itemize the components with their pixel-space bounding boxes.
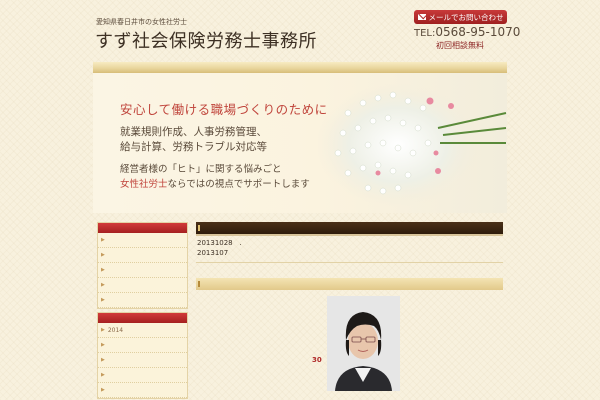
arrow-right-icon: ▶	[101, 252, 105, 258]
section-marker-icon	[198, 225, 200, 231]
free-consult-note: 初回相談無料	[436, 41, 484, 50]
news-date: 20131028	[197, 239, 233, 247]
contact-mail-button[interactable]: メールでお問い合わせ	[414, 10, 507, 24]
sidebar-item[interactable]: ▶ 2014	[98, 323, 187, 338]
hero-support: 女性社労士ならではの視点でサポートします	[120, 176, 310, 190]
news-text: .	[239, 239, 242, 247]
sidebar-box-2: ▶ 2014 ▶ ▶ ▶ ▶	[97, 312, 188, 399]
hero-headline: 安心して働ける職場づくりのために	[120, 102, 328, 117]
mail-icon	[417, 14, 426, 20]
arrow-right-icon: ▶	[101, 357, 105, 363]
header: 愛知県春日井市の女性社労士 すず社会保険労務士事務所 メールでお問い合わせ TE…	[0, 0, 600, 62]
hero-concern: 経営者様の「ヒト」に関する悩みごと	[120, 164, 282, 175]
sidebar-item[interactable]: ▶	[98, 383, 187, 398]
arrow-right-icon: ▶	[101, 327, 105, 333]
sidebar-box-1: ▶ ▶ ▶ ▶ ▶	[97, 222, 188, 309]
hero-services-2: 給与計算、労務トラブル対応等	[120, 141, 267, 153]
section-marker-icon	[198, 281, 200, 287]
hero-banner: 安心して働ける職場づくりのために 就業規則作成、人事労務管理、 給与計算、労務ト…	[93, 73, 507, 213]
nav-bar	[93, 62, 507, 73]
news-section-header	[196, 222, 503, 234]
news-item[interactable]: 20131028 .	[197, 239, 242, 247]
news-date: 2013107	[197, 249, 229, 257]
sidebar-box-2-header	[98, 313, 187, 323]
contact-mail-label: メールでお問い合わせ	[428, 12, 504, 22]
sidebar-item[interactable]: ▶	[98, 293, 187, 308]
tel-number: 0568-95-1070	[435, 25, 521, 39]
hero-support-rest: ならではの視点でサポートします	[167, 179, 310, 190]
arrow-right-icon: ▶	[101, 237, 105, 243]
tel-prefix: TEL:	[414, 28, 436, 39]
phone-number: TEL:0568-95-1070	[414, 25, 520, 39]
arrow-right-icon: ▶	[101, 282, 105, 288]
profile-photo	[327, 296, 400, 391]
sidebar-item[interactable]: ▶	[98, 278, 187, 293]
profile-section-header	[196, 278, 503, 290]
hero-support-highlight: 女性社労士	[120, 179, 168, 190]
sidebar-item[interactable]: ▶	[98, 233, 187, 248]
sidebar-box-1-header	[98, 223, 187, 233]
sidebar-item[interactable]: ▶	[98, 368, 187, 383]
arrow-right-icon: ▶	[101, 342, 105, 348]
site-tagline: 愛知県春日井市の女性社労士	[96, 18, 187, 26]
news-header-underline	[196, 234, 503, 236]
sidebar-item[interactable]: ▶	[98, 353, 187, 368]
sidebar-item-label: 2014	[107, 326, 124, 334]
site-title[interactable]: すず社会保険労務士事務所	[95, 27, 317, 53]
sidebar-item[interactable]: ▶	[98, 248, 187, 263]
content-divider	[196, 262, 503, 263]
sidebar-item[interactable]: ▶	[98, 338, 187, 353]
sidebar-item[interactable]: ▶	[98, 263, 187, 278]
arrow-right-icon: ▶	[101, 372, 105, 378]
arrow-right-icon: ▶	[101, 387, 105, 393]
profile-age: 30	[312, 356, 322, 364]
arrow-right-icon: ▶	[101, 297, 105, 303]
hero-services-1: 就業規則作成、人事労務管理、	[120, 126, 267, 138]
flower-bouquet-image	[318, 83, 507, 207]
news-item[interactable]: 2013107	[197, 249, 228, 257]
arrow-right-icon: ▶	[101, 267, 105, 273]
